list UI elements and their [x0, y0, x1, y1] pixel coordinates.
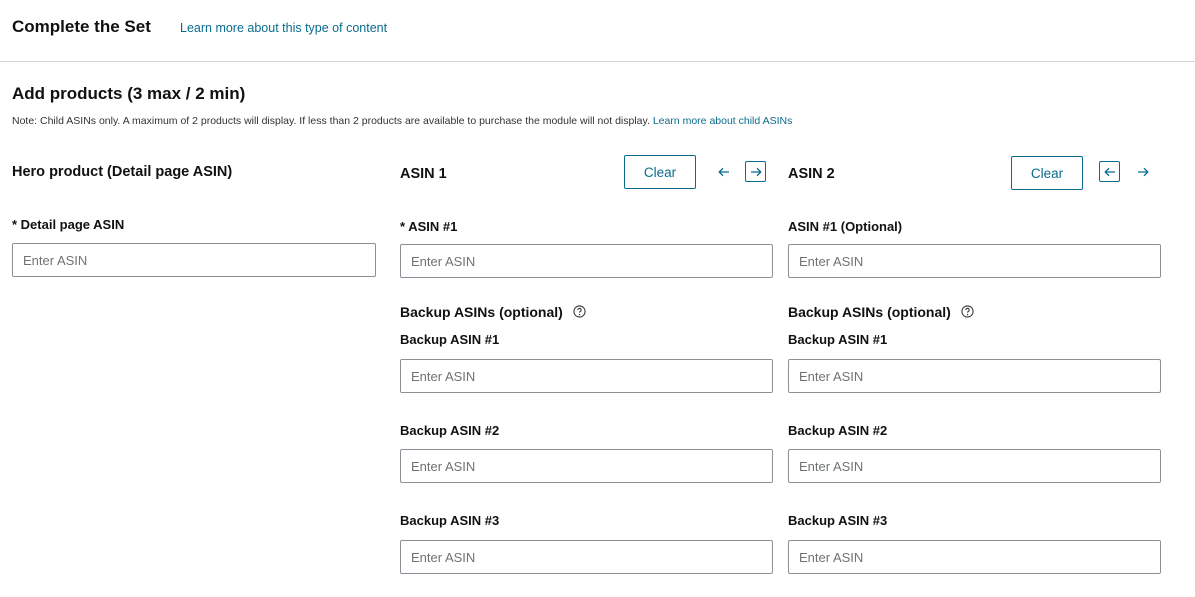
detail-page-asin-input[interactable] [12, 243, 376, 277]
asin2-asin-input[interactable] [788, 244, 1161, 278]
asin1-backup3-input[interactable] [400, 540, 773, 574]
hero-heading: Hero product (Detail page ASIN) [12, 164, 233, 180]
asin2-backup-heading: Backup ASINs (optional) [788, 304, 974, 320]
asin2-heading: ASIN 2 [788, 166, 835, 182]
asin2-clear-button[interactable]: Clear [1011, 156, 1083, 190]
asin2-move-right-button[interactable] [1132, 161, 1153, 182]
asin1-move-right-button[interactable] [745, 161, 766, 182]
learn-more-child-asins-link[interactable]: Learn more about child ASINs [653, 115, 793, 127]
asin2-backup1-input[interactable] [788, 359, 1161, 393]
asin2-backup1-label: Backup ASIN #1 [788, 332, 888, 347]
asin1-move-left-button[interactable] [713, 161, 734, 182]
asin2-backup2-input[interactable] [788, 449, 1161, 483]
arrow-left-icon [1103, 167, 1115, 176]
asin1-backup-heading-text: Backup ASINs (optional) [400, 304, 563, 320]
page-title: Complete the Set [12, 17, 151, 36]
arrow-right-icon [1137, 167, 1149, 176]
asin1-backup3-label: Backup ASIN #3 [400, 513, 500, 528]
arrow-left-icon [717, 167, 729, 176]
asin2-backup-heading-text: Backup ASINs (optional) [788, 304, 951, 320]
asin2-backup3-input[interactable] [788, 540, 1161, 574]
asin1-asin-input[interactable] [400, 244, 773, 278]
detail-page-asin-label: * Detail page ASIN [12, 217, 125, 232]
header-divider [0, 61, 1195, 62]
asin2-move-left-button[interactable] [1099, 161, 1120, 182]
asin2-backup3-label: Backup ASIN #3 [788, 513, 888, 528]
asin1-backup2-label: Backup ASIN #2 [400, 423, 500, 438]
asin1-clear-button[interactable]: Clear [624, 155, 696, 189]
help-circle-icon[interactable] [961, 305, 974, 318]
learn-more-content-link[interactable]: Learn more about this type of content [180, 21, 387, 35]
asin2-asin-label: ASIN #1 (Optional) [788, 219, 903, 234]
asin2-backup2-label: Backup ASIN #2 [788, 423, 888, 438]
note-text: Note: Child ASINs only. A maximum of 2 p… [12, 115, 650, 127]
asin1-backup2-input[interactable] [400, 449, 773, 483]
asin1-backup-heading: Backup ASINs (optional) [400, 304, 586, 320]
help-circle-icon[interactable] [573, 305, 586, 318]
section-note: Note: Child ASINs only. A maximum of 2 p… [12, 115, 792, 127]
asin1-heading: ASIN 1 [400, 166, 447, 182]
arrow-right-icon [750, 167, 762, 176]
asin1-backup1-input[interactable] [400, 359, 773, 393]
section-title: Add products (3 max / 2 min) [12, 84, 246, 103]
asin1-asin-label: * ASIN #1 [400, 219, 458, 234]
asin1-backup1-label: Backup ASIN #1 [400, 332, 500, 347]
